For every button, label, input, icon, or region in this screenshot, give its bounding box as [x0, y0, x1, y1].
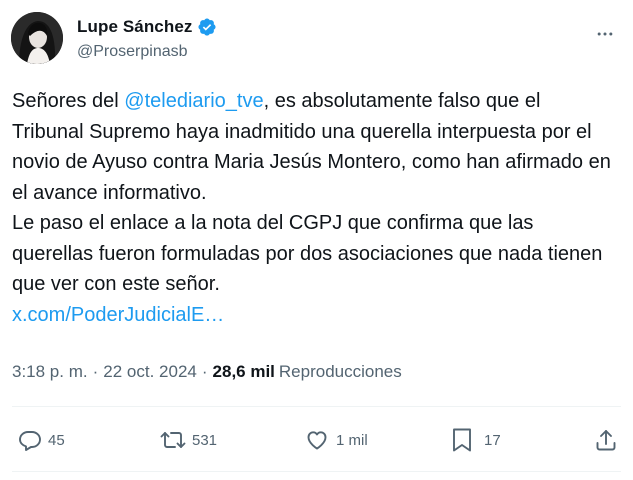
- meta-separator: ·: [92, 362, 99, 381]
- like-count: 1 mil: [336, 431, 368, 449]
- views-count[interactable]: 28,6 mil: [213, 362, 275, 382]
- bookmark-icon: [450, 427, 474, 453]
- reply-bubble-icon: [18, 428, 42, 452]
- verified-badge-icon: [197, 17, 217, 37]
- tweet-text-intro: Señores del: [12, 90, 125, 112]
- tweet-link[interactable]: x.com/PoderJudicialE…: [12, 304, 224, 326]
- name-row: Lupe Sánchez: [77, 16, 217, 38]
- avatar[interactable]: [11, 12, 63, 64]
- share-upload-icon: [594, 428, 618, 452]
- action-bar: 45 531 1 mil 17: [12, 424, 624, 456]
- divider: [12, 471, 621, 472]
- repost-count: 531: [192, 431, 218, 449]
- display-name[interactable]: Lupe Sánchez: [77, 17, 193, 37]
- reply-button[interactable]: 45: [18, 424, 65, 456]
- heart-icon: [304, 428, 330, 452]
- avatar-photo: [11, 12, 63, 64]
- repost-arrows-icon: [160, 428, 186, 452]
- user-handle[interactable]: @Proserpinasb: [77, 43, 188, 61]
- bookmark-count: 17: [484, 431, 501, 449]
- reply-count: 45: [48, 431, 65, 449]
- meta-separator: ·: [201, 362, 208, 381]
- repost-button[interactable]: 531: [160, 424, 217, 456]
- more-dots-icon[interactable]: [591, 20, 619, 48]
- bookmark-button[interactable]: 17: [450, 424, 501, 456]
- tweet-link-line: x.com/PoderJudicialE…: [12, 300, 617, 331]
- divider: [12, 406, 621, 407]
- views-label: Reproducciones: [278, 362, 402, 381]
- tweet-date[interactable]: 22 oct. 2024: [103, 362, 197, 382]
- mention-link[interactable]: @telediario_tve: [124, 90, 263, 112]
- like-button[interactable]: 1 mil: [304, 424, 368, 456]
- tweet-header: Lupe Sánchez @Proserpinasb: [11, 12, 621, 66]
- tweet-paragraph-1: Señores del @telediario_tve, es absoluta…: [12, 86, 617, 208]
- tweet-time[interactable]: 3:18 p. m.: [12, 362, 88, 382]
- tweet-paragraph-2: Le paso el enlace a la nota del CGPJ que…: [12, 212, 603, 295]
- tweet-meta: 3:18 p. m. · 22 oct. 2024 · 28,6 mil Rep…: [12, 362, 402, 382]
- tweet-text: Señores del @telediario_tve, es absoluta…: [12, 86, 617, 330]
- share-button[interactable]: [594, 424, 618, 456]
